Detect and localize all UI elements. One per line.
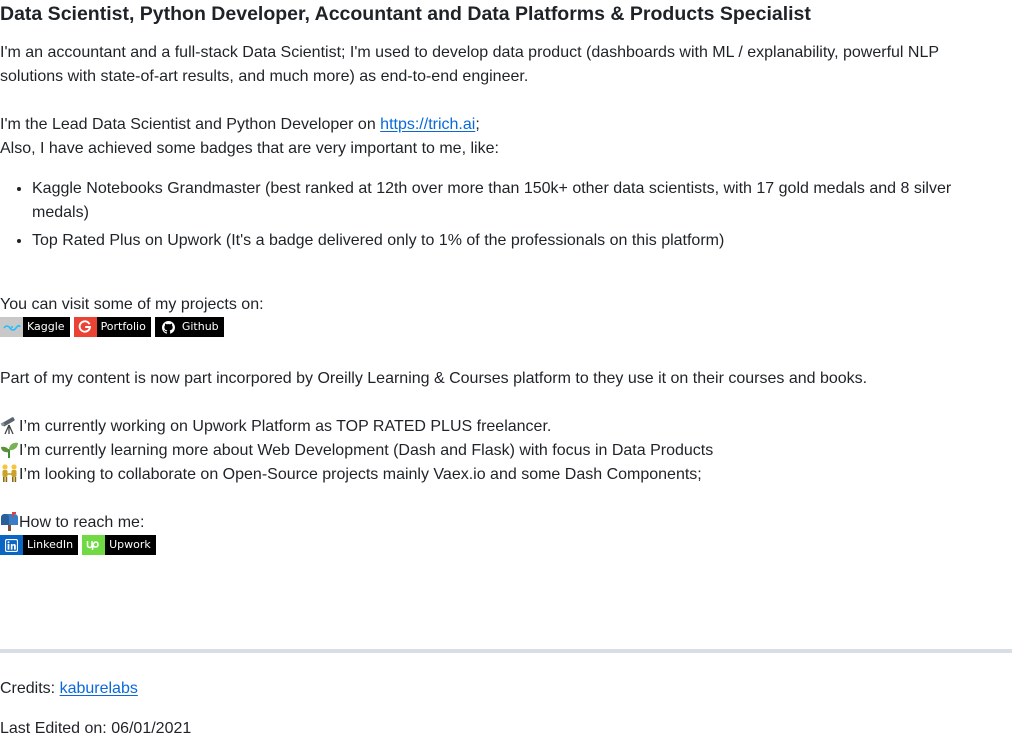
portfolio-shield-button[interactable]: Portfolio bbox=[73, 317, 151, 337]
status-collaborate-text: I’m looking to collaborate on Open-Sourc… bbox=[19, 466, 702, 483]
upwork-icon bbox=[82, 535, 106, 555]
people-holding-hands-icon bbox=[0, 463, 19, 483]
lead-role-text: I'm the Lead Data Scientist and Python D… bbox=[0, 116, 381, 133]
kaggle-icon bbox=[0, 317, 23, 337]
credits-line: Credits: kaburelabs bbox=[0, 677, 138, 701]
lead-role-line: I'm the Lead Data Scientist and Python D… bbox=[0, 113, 480, 137]
badges-intro: Also, I have achieved some badges that a… bbox=[0, 140, 499, 157]
intro-paragraph-line-1: I'm an accountant and a full-stack Data … bbox=[0, 44, 940, 61]
badge-item-text: Kaggle Notebooks Grandmaster (best ranke… bbox=[32, 180, 952, 197]
project-shields: Kaggle Portfolio Github bbox=[0, 317, 224, 337]
badge-item-text: Top Rated Plus on Upwork (It's a badge d… bbox=[32, 232, 725, 249]
badge-item-text-cont: medals) bbox=[32, 204, 89, 221]
intro-paragraph-line-2: solutions with state-of-art results, and… bbox=[0, 68, 529, 85]
status-collaborate: I’m looking to collaborate on Open-Sourc… bbox=[0, 463, 702, 487]
horizontal-rule bbox=[0, 649, 1012, 653]
upwork-shield-label: Upwork bbox=[105, 535, 156, 555]
credits-prefix: Credits: bbox=[0, 680, 60, 697]
kaggle-shield-label: Kaggle bbox=[23, 317, 70, 337]
contact-shields: LinkedIn Upwork bbox=[0, 535, 156, 555]
linkedin-shield-button[interactable]: LinkedIn bbox=[0, 535, 79, 555]
portfolio-shield-label: Portfolio bbox=[96, 317, 151, 337]
reach-me-text: How to reach me: bbox=[19, 514, 145, 531]
last-edited: Last Edited on: 06/01/2021 bbox=[0, 720, 192, 737]
google-icon bbox=[73, 317, 97, 337]
page-title: Data Scientist, Python Developer, Accoun… bbox=[0, 3, 811, 25]
seedling-icon bbox=[0, 439, 19, 459]
reach-me-heading: How to reach me: bbox=[0, 511, 144, 535]
status-learning-text: I’m currently learning more about Web De… bbox=[19, 442, 714, 459]
readme-page: Data Scientist, Python Developer, Accoun… bbox=[0, 0, 1012, 741]
badge-item-kaggle: Kaggle Notebooks Grandmaster (best ranke… bbox=[32, 177, 978, 225]
oreilly-paragraph: Part of my content is now part incorpore… bbox=[0, 370, 868, 387]
lead-role-suffix: ; bbox=[475, 116, 480, 133]
telescope-icon bbox=[0, 415, 19, 435]
linkedin-shield-label: LinkedIn bbox=[23, 535, 79, 555]
upwork-shield-button[interactable]: Upwork bbox=[82, 535, 156, 555]
mailbox-icon bbox=[0, 511, 19, 531]
linkedin-icon bbox=[0, 535, 23, 555]
github-shield-label: Github bbox=[177, 317, 224, 337]
trich-ai-link[interactable]: https://trich.ai bbox=[380, 116, 475, 133]
kaggle-shield-button[interactable]: Kaggle bbox=[0, 317, 70, 337]
status-learning: I’m currently learning more about Web De… bbox=[0, 439, 713, 463]
github-shield-button[interactable]: Github bbox=[154, 317, 224, 337]
projects-intro: You can visit some of my projects on: bbox=[0, 296, 264, 313]
status-working-text: I’m currently working on Upwork Platform… bbox=[19, 418, 552, 435]
status-working: I’m currently working on Upwork Platform… bbox=[0, 415, 551, 439]
badge-item-upwork: Top Rated Plus on Upwork (It's a badge d… bbox=[32, 229, 978, 253]
badges-list: Kaggle Notebooks Grandmaster (best ranke… bbox=[0, 177, 978, 257]
kaburelabs-link[interactable]: kaburelabs bbox=[60, 680, 138, 697]
github-icon bbox=[155, 317, 178, 337]
